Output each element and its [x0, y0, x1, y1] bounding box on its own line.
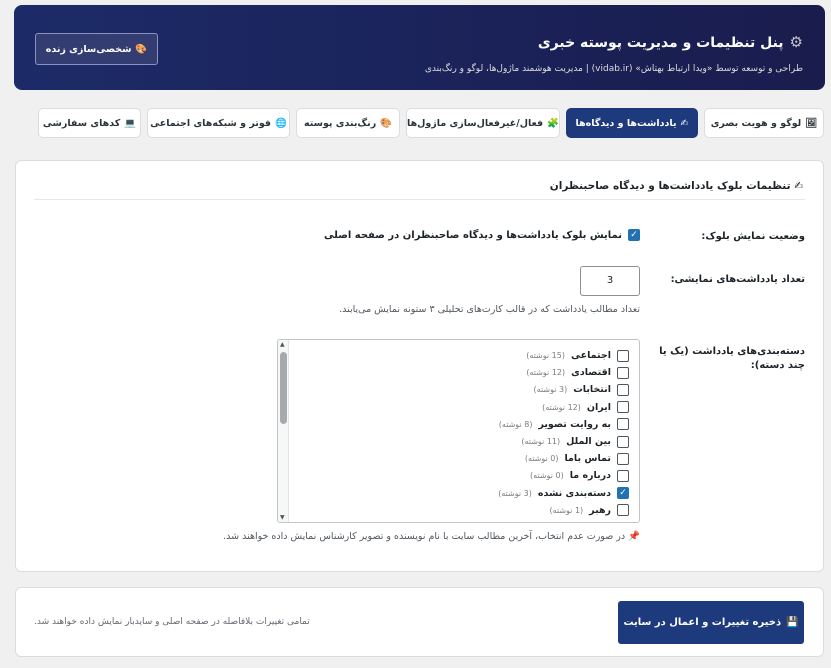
page-subtitle: طراحی و توسعه توسط «ویدا ارتباط بهتاش» (…: [424, 64, 803, 74]
settings-panel: ✍ تنظیمات بلوک یادداشت‌ها و دیدگاه صاحبن…: [15, 160, 824, 572]
count-help-text: تعداد مطالب یادداشت که در قالب کارت‌های …: [339, 304, 640, 315]
category-checkbox[interactable]: [617, 435, 629, 448]
tab-logo[interactable]: 🖼 لوگو و هویت بصری: [704, 108, 824, 138]
floppy-disk-icon: 💾: [786, 617, 799, 628]
globe-icon: 🌐: [275, 117, 287, 129]
category-checkbox[interactable]: [617, 383, 629, 396]
category-checkbox[interactable]: [617, 504, 629, 517]
categories-note: 📌 در صورت عدم انتخاب، آخرین مطالب سایت ب…: [223, 531, 640, 542]
palette-icon: 🎨: [380, 117, 393, 129]
category-item[interactable]: اقتصادی (12 نوشته): [498, 364, 629, 381]
save-note: تمامی تغییرات بلافاصله در صفحه اصلی و سا…: [34, 617, 310, 627]
tab-modules[interactable]: 🧩 فعال/غیرفعال‌سازی ماژول‌ها: [406, 108, 560, 138]
category-checkbox[interactable]: ✓: [617, 487, 629, 500]
display-block-checkbox[interactable]: ✓: [628, 229, 640, 241]
category-item[interactable]: بین الملل (11 نوشته): [498, 433, 629, 450]
count-label: تعداد یادداشت‌های نمایشی:: [670, 274, 805, 285]
listbox-scrollbar[interactable]: ▲ ▼: [278, 340, 289, 522]
category-item[interactable]: انتخابات (3 نوشته): [498, 381, 629, 398]
laptop-icon: 💻: [124, 117, 137, 129]
category-checkbox[interactable]: [617, 418, 629, 431]
image-icon: 🖼: [805, 117, 818, 129]
writing-hand-icon: ✍: [680, 117, 689, 129]
category-item[interactable]: رهبر (1 نوشته): [498, 502, 629, 519]
category-checkbox[interactable]: [617, 366, 629, 379]
category-checkbox[interactable]: [617, 469, 629, 482]
category-item[interactable]: تماس باما (0 نوشته): [498, 450, 629, 467]
categories-listbox[interactable]: ▲ ▼ اجتماعی (15 نوشته) اقتصادی (12 نوشته) …: [277, 339, 640, 523]
tab-notes[interactable]: ✍ یادداشت‌ها و دیدگاه‌ها: [566, 108, 698, 138]
gear-icon: ⚙: [789, 33, 803, 51]
section-title: ✍ تنظیمات بلوک یادداشت‌ها و دیدگاه صاحبن…: [549, 180, 803, 192]
scroll-up-icon[interactable]: ▲: [280, 341, 285, 348]
notes-count-input[interactable]: 3: [580, 266, 640, 296]
puzzle-icon: 🧩: [547, 117, 559, 129]
category-checkbox[interactable]: [617, 452, 629, 465]
category-item[interactable]: ایران (12 نوشته): [498, 399, 629, 416]
category-item[interactable]: درباره ما (0 نوشته): [498, 467, 629, 484]
display-block-toggle[interactable]: ✓ نمایش بلوک یادداشت‌ها و دیدگاه صاحبنظر…: [324, 229, 640, 241]
writing-hand-icon: ✍: [794, 180, 803, 192]
scroll-thumb[interactable]: [280, 352, 287, 424]
tab-footer-social[interactable]: 🌐 فوتر و شبکه‌های اجتماعی: [147, 108, 290, 138]
category-items: اجتماعی (15 نوشته) اقتصادی (12 نوشته) انتخ…: [498, 347, 629, 519]
category-item[interactable]: اجتماعی (15 نوشته): [498, 347, 629, 364]
header-banner: ⚙پنل تنظیمات و مدیریت پوسته خبری طراحی و…: [14, 5, 825, 90]
page-title: ⚙پنل تنظیمات و مدیریت پوسته خبری: [537, 33, 803, 51]
display-status-label: وضعیت نمایش بلوک:: [701, 231, 805, 242]
category-item[interactable]: ✓ دسته‌بندی نشده (3 نوشته): [498, 485, 629, 502]
save-bar: 💾 ذخیره تغییرات و اعمال در سایت تمامی تغ…: [15, 587, 824, 657]
pin-icon: 📌: [628, 531, 640, 542]
category-item[interactable]: به روایت تصویر (8 نوشته): [498, 416, 629, 433]
divider: [34, 199, 805, 200]
category-checkbox[interactable]: [617, 349, 629, 362]
scroll-down-icon[interactable]: ▼: [280, 514, 285, 521]
palette-icon: 🎨: [135, 43, 148, 55]
tab-custom-code[interactable]: 💻 کدهای سفارشی: [38, 108, 141, 138]
tab-colors[interactable]: 🎨 رنگ‌بندی پوسته: [296, 108, 400, 138]
categories-label: دسته‌بندی‌های یادداشت (یک یا چند دسته):: [659, 346, 805, 371]
category-checkbox[interactable]: [617, 401, 629, 414]
save-button[interactable]: 💾 ذخیره تغییرات و اعمال در سایت: [618, 601, 804, 644]
live-customize-button[interactable]: 🎨 شخصی‌سازی زنده: [35, 33, 158, 65]
